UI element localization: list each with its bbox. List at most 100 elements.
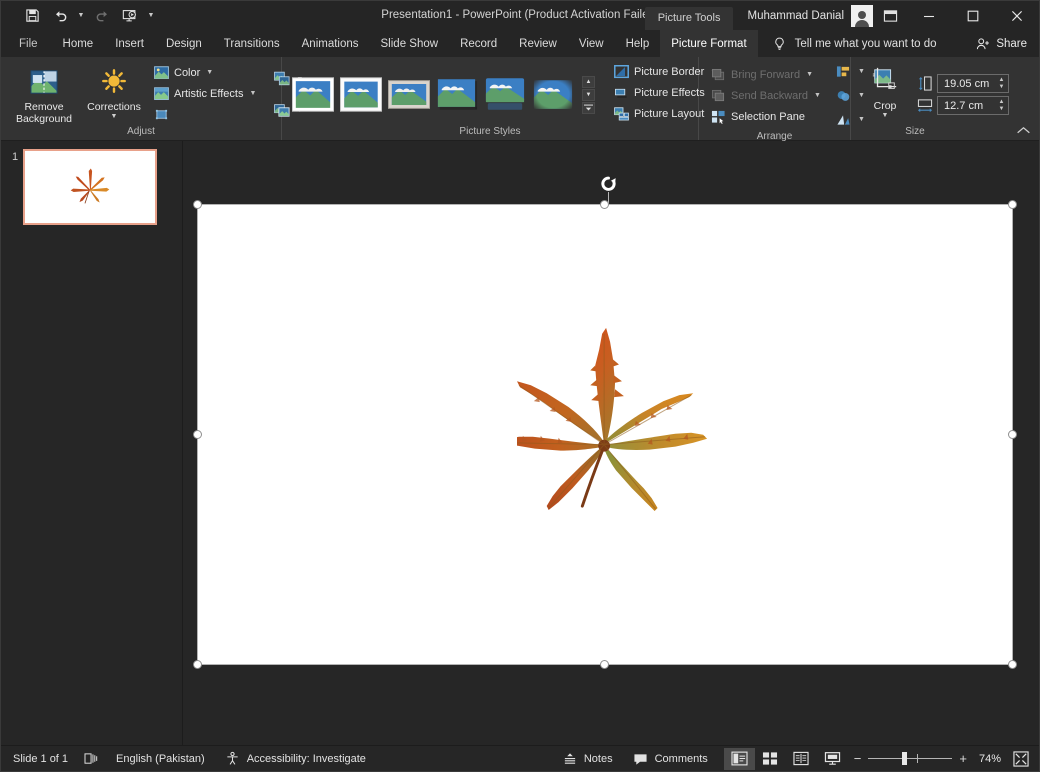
- ribbon-group-size-label: Size: [905, 126, 925, 137]
- redo-icon[interactable]: [89, 5, 115, 27]
- tab-animations[interactable]: Animations: [291, 30, 370, 57]
- tab-transitions[interactable]: Transitions: [213, 30, 291, 57]
- picture-style-0[interactable]: [291, 76, 335, 113]
- language-indicator[interactable]: English (Pakistan): [106, 746, 215, 772]
- shape-height-input[interactable]: 19.05 cm ▲ ▼: [937, 74, 1009, 93]
- tab-insert[interactable]: Insert: [104, 30, 155, 57]
- notes-button[interactable]: Notes: [552, 746, 623, 772]
- artistic-effects-dropdown-icon[interactable]: ▼: [249, 90, 256, 97]
- slide-sorter-view-button[interactable]: [755, 748, 786, 770]
- tab-record[interactable]: Record: [449, 30, 508, 57]
- gallery-scroll-up-button[interactable]: ▲: [582, 76, 595, 88]
- shape-width-input[interactable]: 12.7 cm ▲ ▼: [937, 96, 1009, 115]
- remove-background-button[interactable]: Remove Background: [6, 60, 82, 125]
- gallery-scroll-down-button[interactable]: ▼: [582, 89, 595, 101]
- zoom-out-button[interactable]: −: [854, 752, 862, 765]
- maximize-button[interactable]: [951, 1, 995, 30]
- slide-thumbnail-pane[interactable]: 1: [1, 141, 183, 745]
- resize-handle-middle-left[interactable]: [193, 430, 202, 439]
- tab-review[interactable]: Review: [508, 30, 568, 57]
- undo-dropdown-icon[interactable]: ▼: [75, 5, 87, 27]
- brightness-sun-icon: [98, 66, 130, 98]
- slide-canvas[interactable]: [183, 141, 1039, 745]
- slide-surface[interactable]: [197, 204, 1013, 665]
- selection-pane-label: Selection Pane: [731, 110, 805, 123]
- artistic-effects-button[interactable]: Artistic Effects ▼: [150, 83, 259, 104]
- send-backward-dropdown-icon[interactable]: ▼: [814, 92, 821, 99]
- resize-handle-bottom-right[interactable]: [1008, 660, 1017, 669]
- zoom-in-button[interactable]: +: [959, 752, 967, 765]
- color-button[interactable]: Color ▼: [150, 62, 259, 83]
- crop-dropdown-icon[interactable]: ▼: [882, 112, 889, 120]
- picture-style-1[interactable]: [339, 76, 383, 113]
- language-label: English (Pakistan): [116, 752, 205, 765]
- shape-height-row: 19.05 cm ▲ ▼: [917, 74, 1009, 93]
- picture-style-4[interactable]: [483, 76, 527, 113]
- crop-button[interactable]: Crop ▼: [861, 62, 909, 125]
- account-name[interactable]: Muhammad Danial: [747, 10, 851, 22]
- avatar[interactable]: [851, 4, 873, 27]
- slide-show-view-button[interactable]: [817, 748, 848, 770]
- zoom-slider-thumb[interactable]: [902, 752, 908, 765]
- ribbon-display-options-icon[interactable]: [873, 1, 907, 30]
- resize-handle-middle-right[interactable]: [1008, 430, 1017, 439]
- lightbulb-icon: [772, 36, 788, 52]
- minimize-button[interactable]: [907, 1, 951, 30]
- shape-width-stepper[interactable]: ▲ ▼: [995, 97, 1008, 114]
- shape-height-stepper[interactable]: ▲ ▼: [995, 75, 1008, 92]
- slide-thumbnail-1[interactable]: [23, 149, 157, 225]
- resize-handle-top-center[interactable]: [600, 200, 609, 209]
- tab-design[interactable]: Design: [155, 30, 213, 57]
- share-button[interactable]: Share: [975, 30, 1027, 57]
- tab-home[interactable]: Home: [52, 30, 105, 57]
- undo-icon[interactable]: [47, 5, 73, 27]
- corrections-dropdown-icon[interactable]: ▼: [111, 113, 118, 121]
- customize-qat-icon[interactable]: ▼: [145, 5, 157, 27]
- shape-width-icon: [917, 98, 933, 114]
- zoom-slider-track[interactable]: [868, 752, 953, 765]
- bring-forward-button[interactable]: Bring Forward ▼: [707, 64, 824, 85]
- zoom-slider[interactable]: − +: [848, 752, 973, 765]
- shape-height-icon: [917, 76, 933, 92]
- picture-style-3[interactable]: [435, 76, 479, 113]
- resize-handle-top-left[interactable]: [193, 200, 202, 209]
- tab-slide-show[interactable]: Slide Show: [370, 30, 450, 57]
- resize-handle-bottom-left[interactable]: [193, 660, 202, 669]
- send-backward-button[interactable]: Send Backward ▼: [707, 85, 824, 106]
- close-button[interactable]: [995, 1, 1039, 30]
- tab-file[interactable]: File: [1, 30, 52, 57]
- reading-view-button[interactable]: [786, 748, 817, 770]
- resize-handle-bottom-center[interactable]: [600, 660, 609, 669]
- tell-me-search[interactable]: Tell me what you want to do: [758, 30, 937, 57]
- picture-style-2[interactable]: [387, 76, 431, 113]
- selection-pane-button[interactable]: Selection Pane: [707, 106, 824, 127]
- transparency-button[interactable]: [150, 104, 259, 125]
- tab-help[interactable]: Help: [615, 30, 661, 57]
- group-icon: [836, 88, 852, 104]
- save-icon[interactable]: [19, 5, 45, 27]
- slide-notes-indicator[interactable]: [78, 746, 106, 772]
- start-presentation-icon[interactable]: [117, 5, 143, 27]
- comment-icon: [633, 751, 649, 767]
- tab-picture-format[interactable]: Picture Format: [660, 30, 758, 57]
- powerpoint-window: ▼ ▼ Presentation1 - PowerPoint (Product …: [0, 0, 1040, 772]
- fit-slide-to-window-button[interactable]: [1009, 748, 1033, 770]
- collapse-ribbon-button[interactable]: [1016, 126, 1031, 138]
- picture-style-5[interactable]: [531, 76, 575, 113]
- gallery-more-button[interactable]: [582, 102, 595, 114]
- normal-view-button[interactable]: [723, 747, 755, 770]
- bring-forward-dropdown-icon[interactable]: ▼: [806, 71, 813, 78]
- tab-view[interactable]: View: [568, 30, 615, 57]
- align-icon: [836, 64, 852, 80]
- accessibility-checker[interactable]: Accessibility: Investigate: [215, 746, 376, 772]
- share-person-icon: [975, 36, 991, 52]
- comments-button[interactable]: Comments: [623, 746, 718, 772]
- color-dropdown-icon[interactable]: ▼: [206, 69, 213, 76]
- corrections-button[interactable]: Corrections ▼: [82, 60, 146, 125]
- slide-count[interactable]: Slide 1 of 1: [3, 746, 78, 772]
- resize-handle-top-right[interactable]: [1008, 200, 1017, 209]
- shape-width-row: 12.7 cm ▲ ▼: [917, 96, 1009, 115]
- maple-leaf-picture[interactable]: [517, 310, 715, 514]
- zoom-level[interactable]: 74%: [973, 753, 1009, 765]
- rotate-handle[interactable]: [600, 176, 617, 193]
